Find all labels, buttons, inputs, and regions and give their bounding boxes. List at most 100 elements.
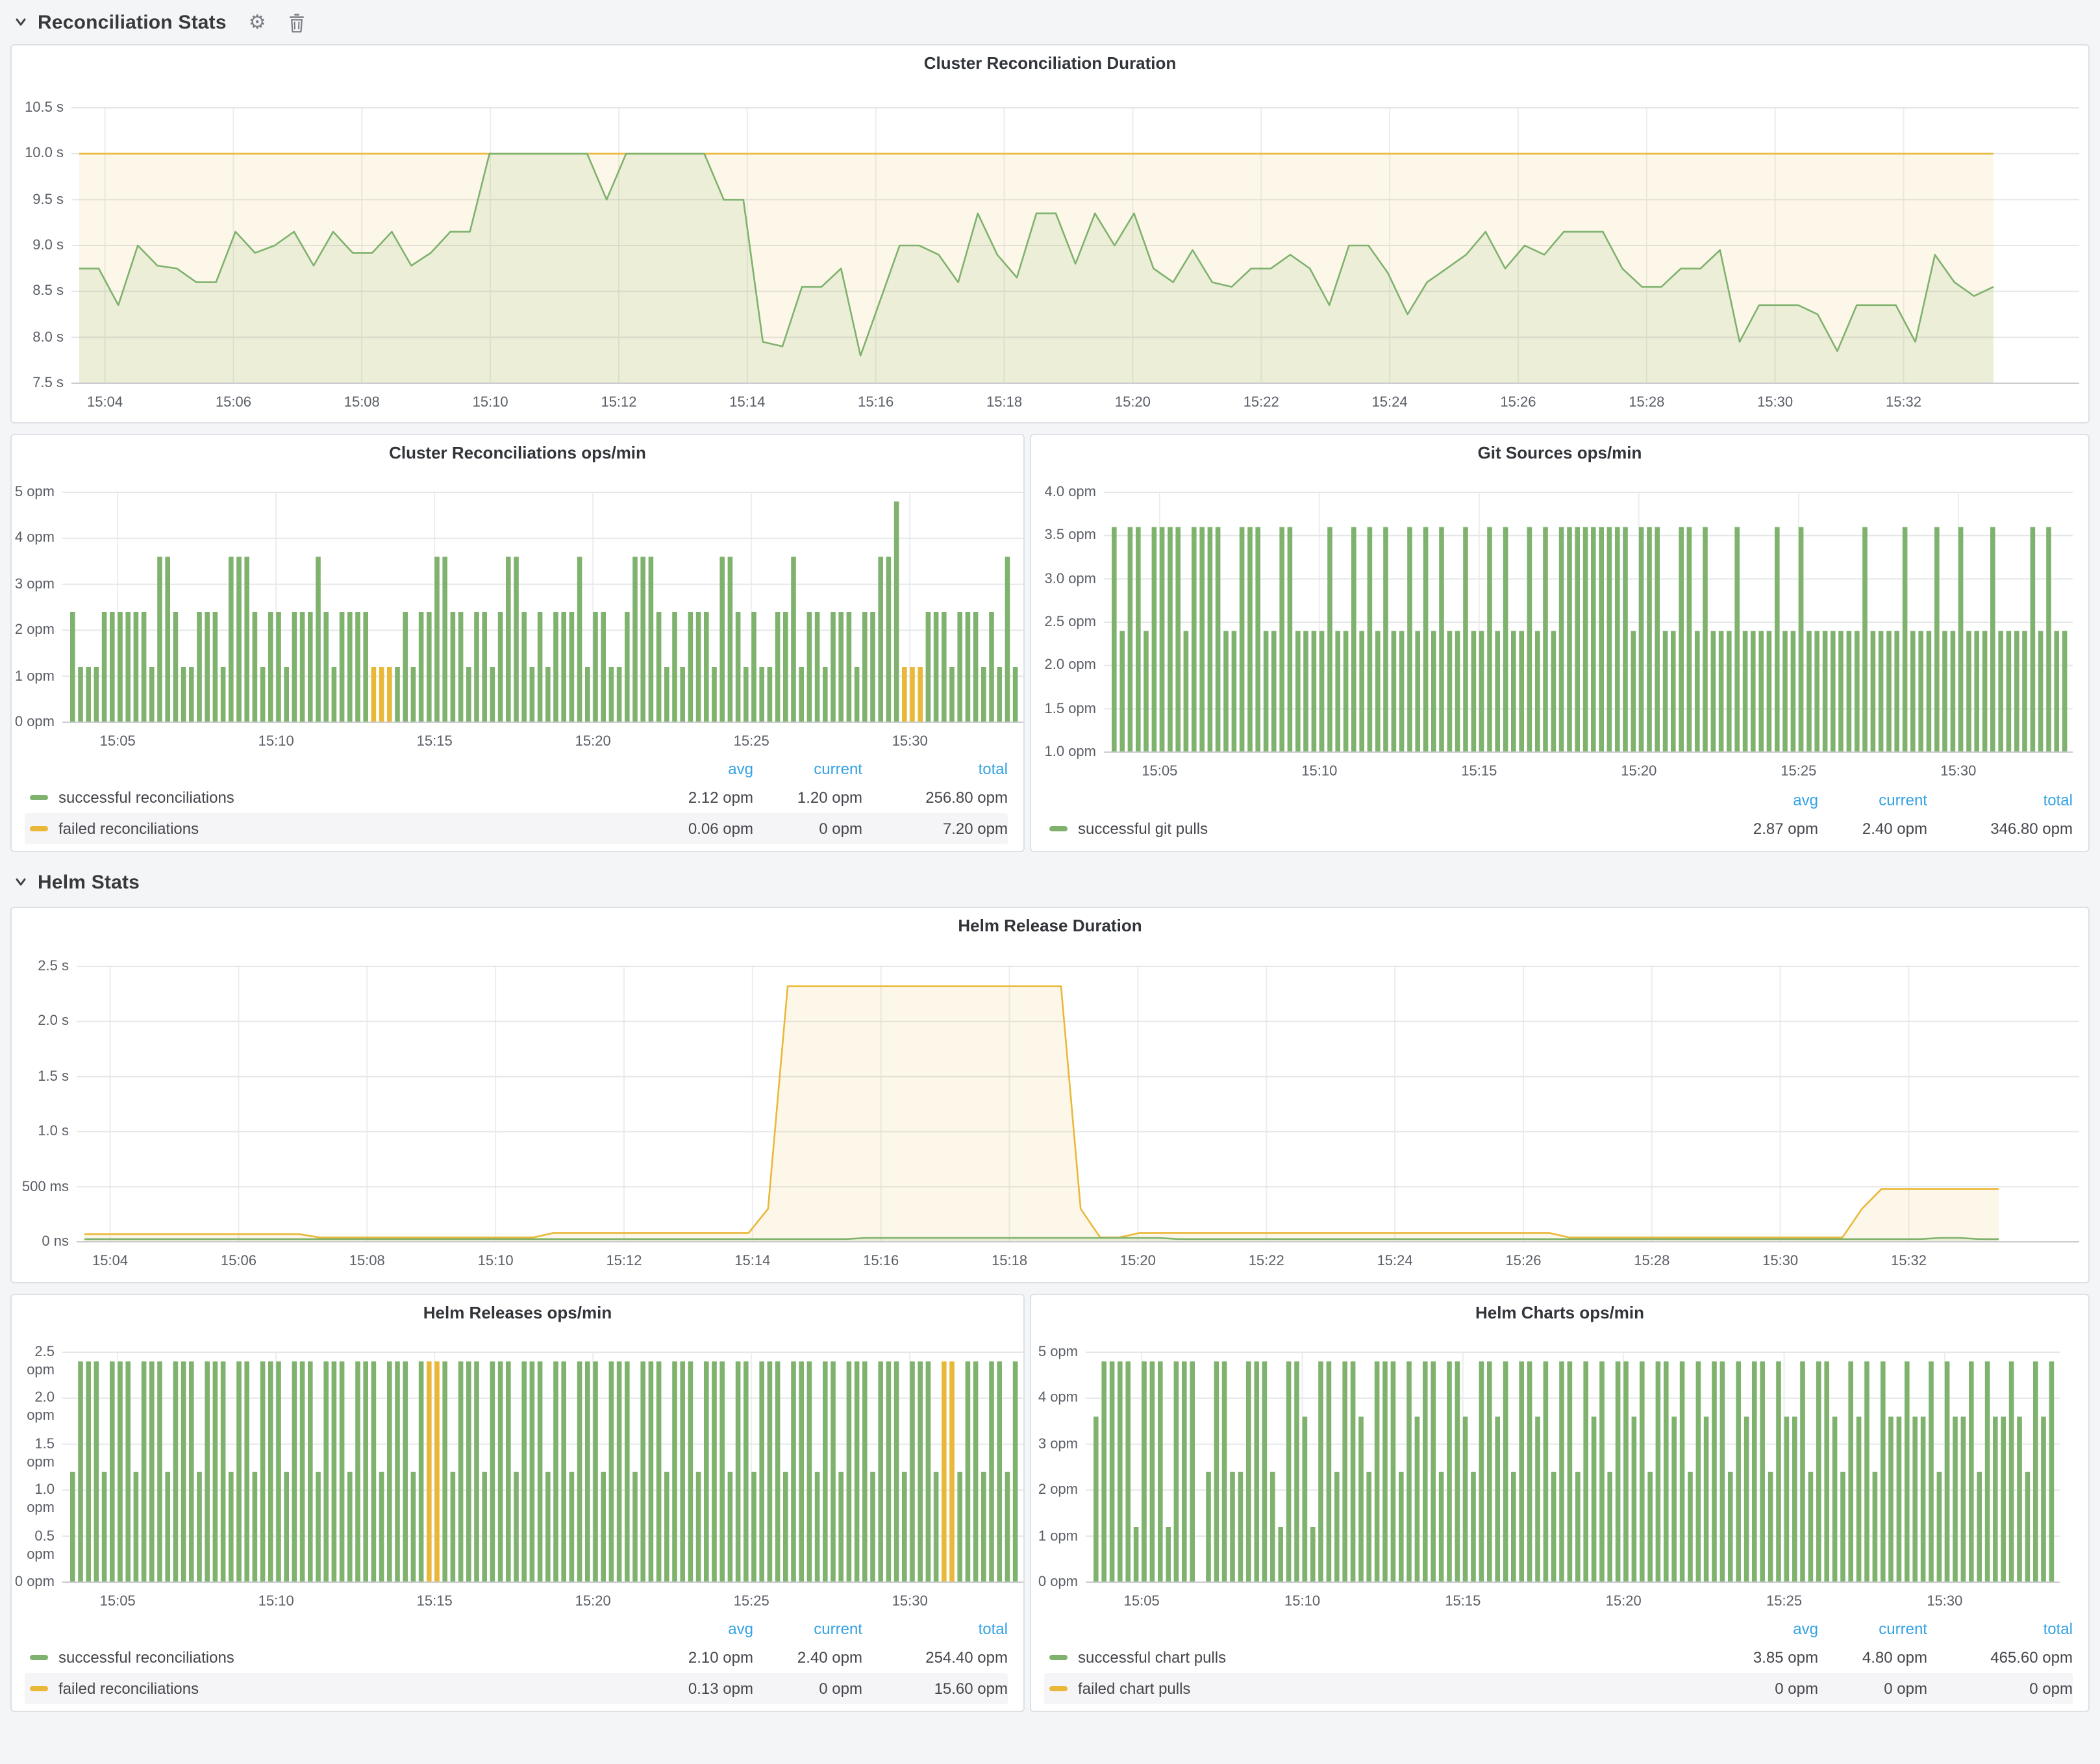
legend-header-total[interactable]: total xyxy=(1927,791,2073,809)
legend-series-label[interactable]: failed chart pulls xyxy=(1078,1680,1190,1698)
legend-header-row: avgcurrenttotal xyxy=(25,1616,1008,1642)
x-tick-label: 15:26 xyxy=(1479,394,1557,412)
legend-header-total[interactable]: total xyxy=(862,1620,1008,1638)
row-title[interactable]: Helm Stats xyxy=(38,871,140,893)
legend-series: successful reconciliations xyxy=(25,1648,644,1667)
y-tick-label: 9.5 s xyxy=(12,190,64,208)
helm-release-duration-chart[interactable]: 2.5 s2.0 s1.5 s1.0 s500 ms0 ns15:0415:06… xyxy=(12,908,2088,1282)
trash-icon xyxy=(288,12,305,32)
legend-row: successful reconciliations2.12 opm1.20 o… xyxy=(25,782,1008,813)
row-delete-button[interactable] xyxy=(286,12,308,32)
x-tick-label: 15:18 xyxy=(971,1252,1049,1270)
y-tick-label: 5 opm xyxy=(1031,1343,1078,1361)
x-tick-label: 15:25 xyxy=(712,1593,790,1611)
panel-cluster-reconciliations-opm: Cluster Reconciliations ops/min 5 opm4 o… xyxy=(10,434,1025,852)
y-tick-label: 1 opm xyxy=(1031,1527,1078,1545)
legend-total-value: 256.80 opm xyxy=(862,788,1008,807)
y-tick-label: 1 opm xyxy=(12,667,55,685)
legend-header-current[interactable]: current xyxy=(1818,1620,1927,1638)
y-tick-label: 0 opm xyxy=(12,1573,55,1591)
legend-header-current[interactable]: current xyxy=(753,760,862,778)
x-tick-label: 15:22 xyxy=(1227,1252,1305,1270)
y-tick-label: 1.0 s xyxy=(12,1122,69,1140)
y-tick-label: 2 opm xyxy=(1031,1481,1078,1499)
x-tick-label: 15:15 xyxy=(395,733,473,751)
cluster-reconciliation-duration-plot[interactable] xyxy=(12,45,2088,422)
x-tick-label: 15:16 xyxy=(837,394,915,412)
legend-total-value: 15.60 opm xyxy=(862,1680,1008,1698)
legend: avgcurrenttotal successful reconciliation… xyxy=(25,756,1008,844)
gear-icon: ⚙ xyxy=(249,12,266,32)
y-tick-label: 3 opm xyxy=(1031,1435,1078,1454)
x-tick-label: 15:30 xyxy=(871,733,949,751)
y-tick-label: 1.5 s xyxy=(12,1068,69,1086)
legend-series-swatch-icon xyxy=(30,1686,48,1691)
legend-header-total[interactable]: total xyxy=(1927,1620,2073,1638)
y-tick-label: 1.5 opm xyxy=(12,1435,55,1472)
y-tick-label: 3 opm xyxy=(12,575,55,594)
row-title[interactable]: Reconciliation Stats xyxy=(38,11,227,33)
legend: avgcurrenttotal successful git pulls 2.87 … xyxy=(1044,787,2073,844)
legend-series-label[interactable]: successful reconciliations xyxy=(58,788,234,807)
x-tick-label: 15:30 xyxy=(871,1593,949,1611)
legend-header-avg[interactable]: avg xyxy=(1709,1620,1818,1638)
legend-current-value: 0 opm xyxy=(753,820,862,838)
y-tick-label: 2.0 s xyxy=(12,1013,69,1031)
y-tick-label: 500 ms xyxy=(12,1178,69,1196)
y-tick-label: 2.5 s xyxy=(12,957,69,976)
x-tick-label: 15:22 xyxy=(1222,394,1300,412)
legend-header-current[interactable]: current xyxy=(753,1620,862,1638)
row-settings-button[interactable]: ⚙ xyxy=(246,12,269,32)
y-tick-label: 2 opm xyxy=(12,621,55,639)
legend-header-avg[interactable]: avg xyxy=(644,1620,753,1638)
x-tick-label: 15:24 xyxy=(1356,1252,1434,1270)
legend-series: successful reconciliations xyxy=(25,788,644,807)
legend-series-swatch-icon xyxy=(1049,1655,1068,1660)
row-header-reconciliation-stats[interactable]: Reconciliation Stats ⚙ xyxy=(13,6,308,38)
legend-series-swatch-icon xyxy=(30,826,48,831)
legend-avg-value: 2.87 opm xyxy=(1709,820,1818,838)
panel-git-sources-opm: Git Sources ops/min 4.0 opm3.5 opm3.0 op… xyxy=(1030,434,2090,852)
x-tick-label: 15:05 xyxy=(1121,762,1199,781)
legend-row: failed chart pulls0 opm0 opm0 opm xyxy=(1044,1673,2073,1704)
helm-release-duration-plot[interactable] xyxy=(12,908,2088,1282)
legend-header-current[interactable]: current xyxy=(1818,791,1927,809)
y-tick-label: 8.0 s xyxy=(12,328,64,346)
legend-header-avg[interactable]: avg xyxy=(1709,791,1818,809)
x-tick-label: 15:20 xyxy=(1600,762,1678,781)
legend-total-value: 0 opm xyxy=(1927,1680,2073,1698)
chevron-down-icon xyxy=(13,874,29,890)
x-tick-label: 15:12 xyxy=(580,394,658,412)
legend-avg-value: 0.13 opm xyxy=(644,1680,753,1698)
x-tick-label: 15:20 xyxy=(1094,394,1171,412)
legend-avg-value: 0.06 opm xyxy=(644,820,753,838)
y-tick-label: 10.5 s xyxy=(12,99,64,117)
x-tick-label: 15:10 xyxy=(237,733,315,751)
x-tick-label: 15:04 xyxy=(71,1252,149,1270)
legend-series: successful git pulls xyxy=(1044,820,1709,838)
x-tick-label: 15:14 xyxy=(708,394,786,412)
legend-header-avg[interactable]: avg xyxy=(644,760,753,778)
x-tick-label: 15:28 xyxy=(1608,394,1686,412)
x-tick-label: 15:08 xyxy=(328,1252,406,1270)
row-header-helm-stats[interactable]: Helm Stats xyxy=(13,866,140,898)
panel-helm-release-duration: Helm Release Duration 2.5 s2.0 s1.5 s1.0… xyxy=(10,907,2090,1283)
y-tick-label: 3.0 opm xyxy=(1031,570,1096,588)
cluster-reconciliation-duration-chart[interactable]: 10.5 s10.0 s9.5 s9.0 s8.5 s8.0 s7.5 s15:… xyxy=(12,45,2088,422)
legend-header-total[interactable]: total xyxy=(862,760,1008,778)
legend-series-label[interactable]: successful git pulls xyxy=(1078,820,1208,838)
legend-avg-value: 0 opm xyxy=(1709,1680,1818,1698)
y-tick-label: 2.5 opm xyxy=(12,1343,55,1380)
legend-series-label[interactable]: successful chart pulls xyxy=(1078,1648,1226,1667)
x-tick-label: 15:15 xyxy=(1424,1593,1502,1611)
legend-series-label[interactable]: failed reconciliations xyxy=(58,820,199,838)
panel-cluster-reconciliation-duration: Cluster Reconciliation Duration 10.5 s10… xyxy=(10,44,2090,423)
legend-series-swatch-icon xyxy=(30,795,48,800)
legend-series-label[interactable]: failed reconciliations xyxy=(58,1680,199,1698)
x-tick-label: 15:20 xyxy=(554,1593,632,1611)
x-tick-label: 15:25 xyxy=(1760,762,1838,781)
x-tick-label: 15:06 xyxy=(194,394,272,412)
y-tick-label: 0 opm xyxy=(12,713,55,731)
legend-series-label[interactable]: successful reconciliations xyxy=(58,1648,234,1667)
legend-current-value: 1.20 opm xyxy=(753,788,862,807)
